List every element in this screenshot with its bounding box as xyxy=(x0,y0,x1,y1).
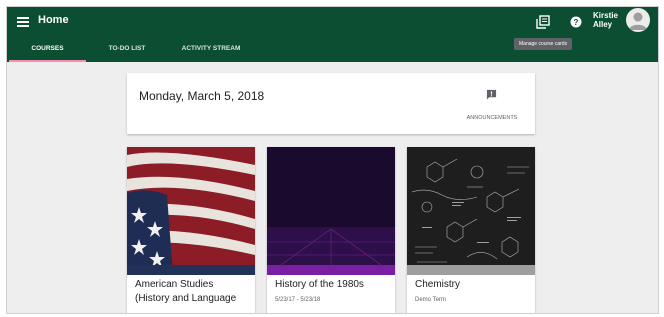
user-avatar-icon xyxy=(629,12,647,30)
announcement-icon[interactable] xyxy=(486,89,497,100)
course-name[interactable]: American Studies (History and Language xyxy=(135,278,249,306)
help-icon[interactable]: ? xyxy=(569,15,583,29)
page-title: Home xyxy=(38,14,69,26)
course-name[interactable]: Chemistry xyxy=(415,278,529,292)
active-tab-indicator xyxy=(9,60,86,62)
tab-activity-stream[interactable]: ACTIVITY STREAM xyxy=(167,42,255,62)
user-name[interactable]: Kirstie Alley xyxy=(593,11,618,29)
course-card-american-studies[interactable]: American Studies (History and Language xyxy=(127,147,255,313)
tab-courses[interactable]: COURSES xyxy=(9,42,86,62)
course-term: 5/23/17 - 5/23/18 xyxy=(275,297,321,303)
chalkboard-formulas-image xyxy=(407,147,535,275)
menu-icon[interactable] xyxy=(17,17,29,27)
app-window: Home ? Kirstie Alley COURSES TO-DO LIST … xyxy=(6,6,659,314)
course-term: Demo Term xyxy=(415,297,446,303)
course-color-bar xyxy=(127,265,255,275)
course-card-chemistry[interactable]: Chemistry Demo Term xyxy=(407,147,535,313)
svg-text:?: ? xyxy=(574,18,579,27)
announcements-label[interactable]: ANNOUNCEMENTS xyxy=(452,115,532,121)
course-color-bar xyxy=(407,265,535,275)
tooltip: Manage course cards xyxy=(514,38,573,50)
course-name[interactable]: History of the 1980s xyxy=(275,278,389,292)
back-to-the-80s-image xyxy=(267,147,395,275)
tab-to-do-list[interactable]: TO-DO LIST xyxy=(87,42,167,62)
american-flag-image xyxy=(127,147,255,275)
course-card-history-1980s[interactable]: History of the 1980s 5/23/17 - 5/23/18 xyxy=(267,147,395,313)
date-card: Monday, March 5, 2018 ANNOUNCEMENTS xyxy=(127,73,535,134)
course-color-bar xyxy=(267,265,395,275)
current-date: Monday, March 5, 2018 xyxy=(139,89,265,103)
avatar[interactable] xyxy=(626,8,650,32)
app-bar: Home ? Kirstie Alley COURSES TO-DO LIST … xyxy=(7,7,658,62)
course-cards-icon[interactable] xyxy=(536,15,550,29)
